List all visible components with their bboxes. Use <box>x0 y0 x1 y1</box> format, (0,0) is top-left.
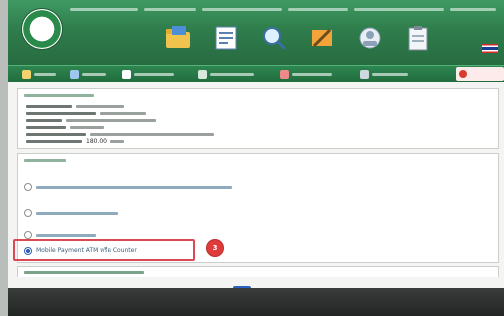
clipboard-icon[interactable] <box>398 24 438 52</box>
applicant-info-panel: 180.00 <box>17 88 499 149</box>
info-value <box>66 117 196 124</box>
shortcut-label <box>203 53 249 62</box>
shortcut-label <box>251 53 297 62</box>
info-value <box>100 110 200 117</box>
info-row <box>26 103 326 110</box>
nav-item-reports[interactable] <box>280 69 350 80</box>
main-navigation <box>8 65 504 83</box>
nav-label-placeholder <box>82 73 106 76</box>
nav-label-placeholder <box>210 73 254 76</box>
shortcut-label <box>347 53 393 62</box>
document-icon <box>122 70 131 79</box>
footer <box>8 288 504 316</box>
info-row <box>26 110 326 117</box>
nav-label-placeholder <box>34 73 56 76</box>
info-value <box>70 124 170 131</box>
contact-icon[interactable] <box>350 24 390 52</box>
info-row <box>26 117 326 124</box>
list-icon <box>198 70 207 79</box>
shortcut-label <box>395 53 441 62</box>
option-label-placeholder <box>36 186 232 189</box>
nav-label-placeholder <box>134 73 174 76</box>
document-icon[interactable] <box>206 24 246 52</box>
header-shortcuts <box>8 0 504 65</box>
panel-title-placeholder <box>24 159 66 162</box>
step-badge: 3 <box>207 240 223 256</box>
info-value <box>90 131 240 138</box>
option-label-placeholder <box>36 212 118 215</box>
radio-button[interactable] <box>24 209 32 217</box>
payment-option[interactable] <box>24 206 404 220</box>
nav-label-placeholder <box>292 73 332 76</box>
tools-icon[interactable] <box>302 24 342 52</box>
left-edge <box>0 0 8 316</box>
footer-text <box>418 296 498 304</box>
radio-button[interactable] <box>24 231 32 239</box>
user-icon <box>70 70 79 79</box>
rules-title <box>24 268 224 277</box>
header-banner <box>8 0 504 65</box>
shortcut-label <box>155 53 201 62</box>
app-window: 180.00 Mobile Payment ATM หรือ Counter 3 <box>0 0 504 316</box>
info-row-fee: 180.00 <box>26 138 326 145</box>
chart-icon <box>280 70 289 79</box>
panel-title-placeholder <box>24 94 94 97</box>
info-row <box>26 131 326 138</box>
nav-label-placeholder <box>372 73 408 76</box>
nav-item-settings[interactable] <box>360 69 430 80</box>
payment-option[interactable] <box>24 180 404 194</box>
language-flag-icon[interactable] <box>482 44 498 53</box>
home-icon <box>22 70 31 79</box>
option-label-placeholder <box>36 234 96 237</box>
folder-icon[interactable] <box>158 24 198 52</box>
nav-item-records[interactable] <box>198 69 268 80</box>
radio-button[interactable] <box>24 183 32 191</box>
logout-button[interactable] <box>456 67 504 81</box>
info-value <box>76 103 176 110</box>
settings-icon <box>360 70 369 79</box>
main-content: 180.00 Mobile Payment ATM หรือ Counter 3 <box>8 82 504 308</box>
logout-icon <box>459 70 467 78</box>
info-row <box>26 124 326 131</box>
shortcut-label <box>299 53 345 62</box>
nav-item-documents[interactable] <box>122 69 192 80</box>
selection-highlight <box>13 239 195 261</box>
nav-item-profile[interactable] <box>70 69 130 80</box>
search-icon[interactable] <box>254 24 294 52</box>
rules-panel <box>17 266 499 277</box>
